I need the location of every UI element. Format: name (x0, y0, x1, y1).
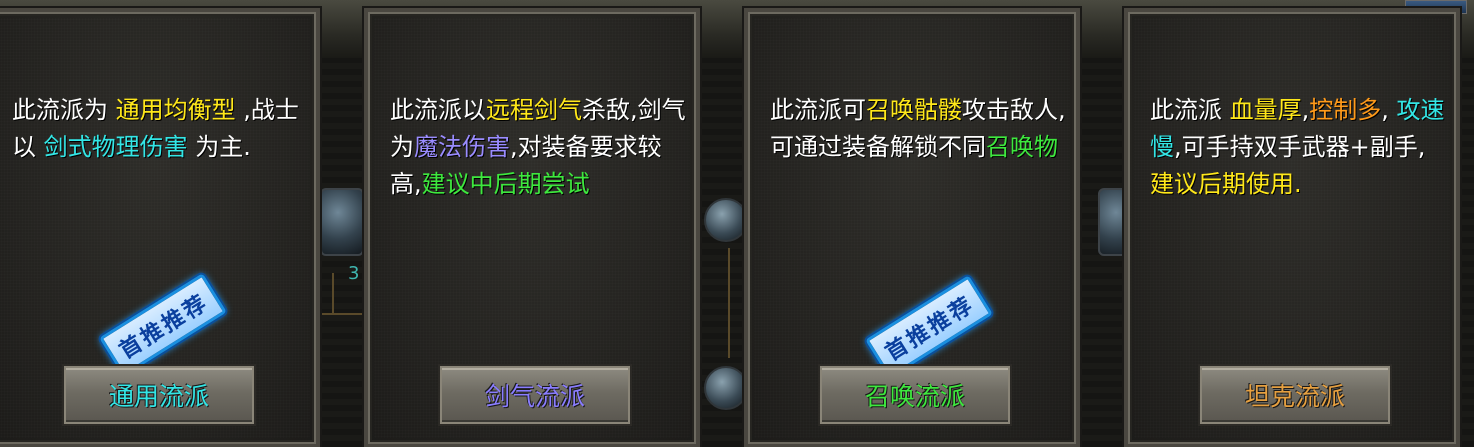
description-text: 此流派以 (390, 96, 486, 124)
build-card-general: 此流派为 通用均衡型 ,战士以 剑式物理伤害 为主. 首推推荐 通用流派 (0, 6, 322, 447)
description-text: 此流派 (1150, 96, 1230, 124)
description-text: ,可手持双手武器+副手, (1174, 133, 1426, 161)
description-highlight: 血量厚 (1229, 96, 1302, 124)
axe-skill-icon (704, 366, 748, 410)
description-highlight: 建议中后期尝试 (421, 170, 590, 198)
build-description: 此流派 血量厚,控制多, 攻速慢,可手持双手武器+副手,建议后期使用. (1150, 92, 1448, 203)
description-highlight: 通用均衡型 (115, 96, 236, 124)
description-highlight: 远程剑气 (486, 96, 582, 124)
select-tank-build-button[interactable]: 坦克流派 (1198, 364, 1392, 426)
select-general-build-button[interactable]: 通用流派 (62, 364, 256, 426)
axe-skill-icon (704, 198, 748, 242)
background-gap-4 (1458, 58, 1474, 447)
build-description: 此流派以远程剑气杀敌,剑气为魔法伤害,对装备要求较高,建议中后期尝试 (390, 92, 688, 203)
description-highlight: 建议后期使用. (1150, 170, 1302, 198)
background-divider (728, 248, 730, 358)
select-sword-qi-build-button[interactable]: 剑气流派 (438, 364, 632, 426)
background-gap-1: 3 (318, 58, 366, 447)
recommended-stamp: 首推推荐 (865, 275, 993, 379)
description-text: 此流派可 (770, 96, 866, 124)
background-gap-3 (1078, 58, 1142, 447)
description-text: 此流派为 (12, 96, 116, 124)
description-text: 为主. (187, 133, 251, 161)
recommended-stamp: 首推推荐 (99, 273, 227, 377)
background-divider (318, 313, 366, 315)
description-highlight: 召唤骷髅 (866, 96, 962, 124)
build-card-sword-qi: 此流派以远程剑气杀敌,剑气为魔法伤害,对装备要求较高,建议中后期尝试 剑气流派 (362, 6, 702, 447)
build-description: 此流派可召唤骷髅攻击敌人,可通过装备解锁不同召唤物 (770, 92, 1068, 166)
description-text: , (1381, 96, 1397, 124)
select-summon-build-button[interactable]: 召唤流派 (818, 364, 1012, 426)
stamp-text: 首推推荐 (114, 289, 214, 365)
build-description: 此流派为 通用均衡型 ,战士以 剑式物理伤害 为主. (12, 92, 308, 166)
class-select-scene: 3 此流派为 通用均衡型 ,战士以 剑式物理伤害 为主. 首推推荐 通用流派 此… (0, 0, 1474, 447)
description-highlight: 剑式物理伤害 (43, 133, 188, 161)
description-highlight: 魔法伤害 (414, 133, 510, 161)
background-divider (332, 273, 334, 313)
build-card-tank: 此流派 血量厚,控制多, 攻速慢,可手持双手武器+副手,建议后期使用. 坦克流派 (1122, 6, 1462, 447)
build-card-summon: 此流派可召唤骷髅攻击敌人,可通过装备解锁不同召唤物 首推推荐 召唤流派 (742, 6, 1082, 447)
sword-skill-icon (320, 188, 364, 256)
background-number: 3 (348, 263, 360, 284)
description-highlight: 召唤物 (986, 133, 1058, 161)
stamp-text: 首推推荐 (880, 291, 980, 367)
description-highlight: 控制多 (1309, 96, 1382, 124)
background-gap-2 (698, 58, 748, 447)
